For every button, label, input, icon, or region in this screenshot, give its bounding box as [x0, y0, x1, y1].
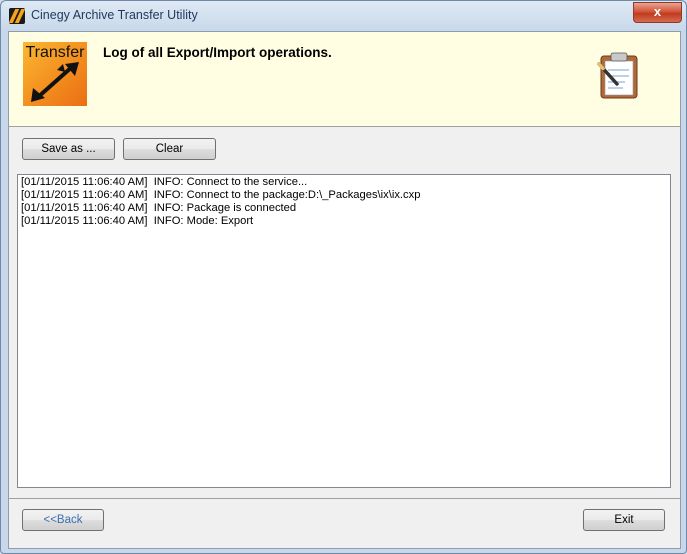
header-banner: Transfer Log of all Export/Import operat… [9, 32, 680, 127]
title-bar[interactable]: Cinegy Archive Transfer Utility x [1, 1, 686, 31]
close-button[interactable]: x [633, 2, 682, 23]
log-line: [01/11/2015 11:06:40 AM] INFO: Connect t… [21, 176, 308, 188]
save-as-button[interactable]: Save as ... [22, 138, 115, 160]
client-area: Transfer Log of all Export/Import operat… [8, 31, 681, 549]
back-button[interactable]: <<Back [22, 509, 104, 531]
exit-button[interactable]: Exit [583, 509, 665, 531]
app-window: Cinegy Archive Transfer Utility x Transf… [0, 0, 687, 554]
clipboard-pencil-icon [597, 52, 638, 99]
transfer-arrows-icon [31, 62, 79, 102]
clear-button[interactable]: Clear [123, 138, 216, 160]
log-textbox[interactable]: [01/11/2015 11:06:40 AM] INFO: Connect t… [17, 174, 671, 488]
footer-divider [9, 498, 680, 499]
log-line: [01/11/2015 11:06:40 AM] INFO: Package i… [21, 202, 297, 214]
page-title: Log of all Export/Import operations. [103, 45, 332, 60]
transfer-logo: Transfer [23, 42, 87, 106]
log-line: [01/11/2015 11:06:40 AM] INFO: Mode: Exp… [21, 215, 254, 227]
log-line: [01/11/2015 11:06:40 AM] INFO: Connect t… [21, 189, 421, 201]
window-title: Cinegy Archive Transfer Utility [31, 8, 198, 22]
cinegy-app-icon [9, 8, 25, 24]
